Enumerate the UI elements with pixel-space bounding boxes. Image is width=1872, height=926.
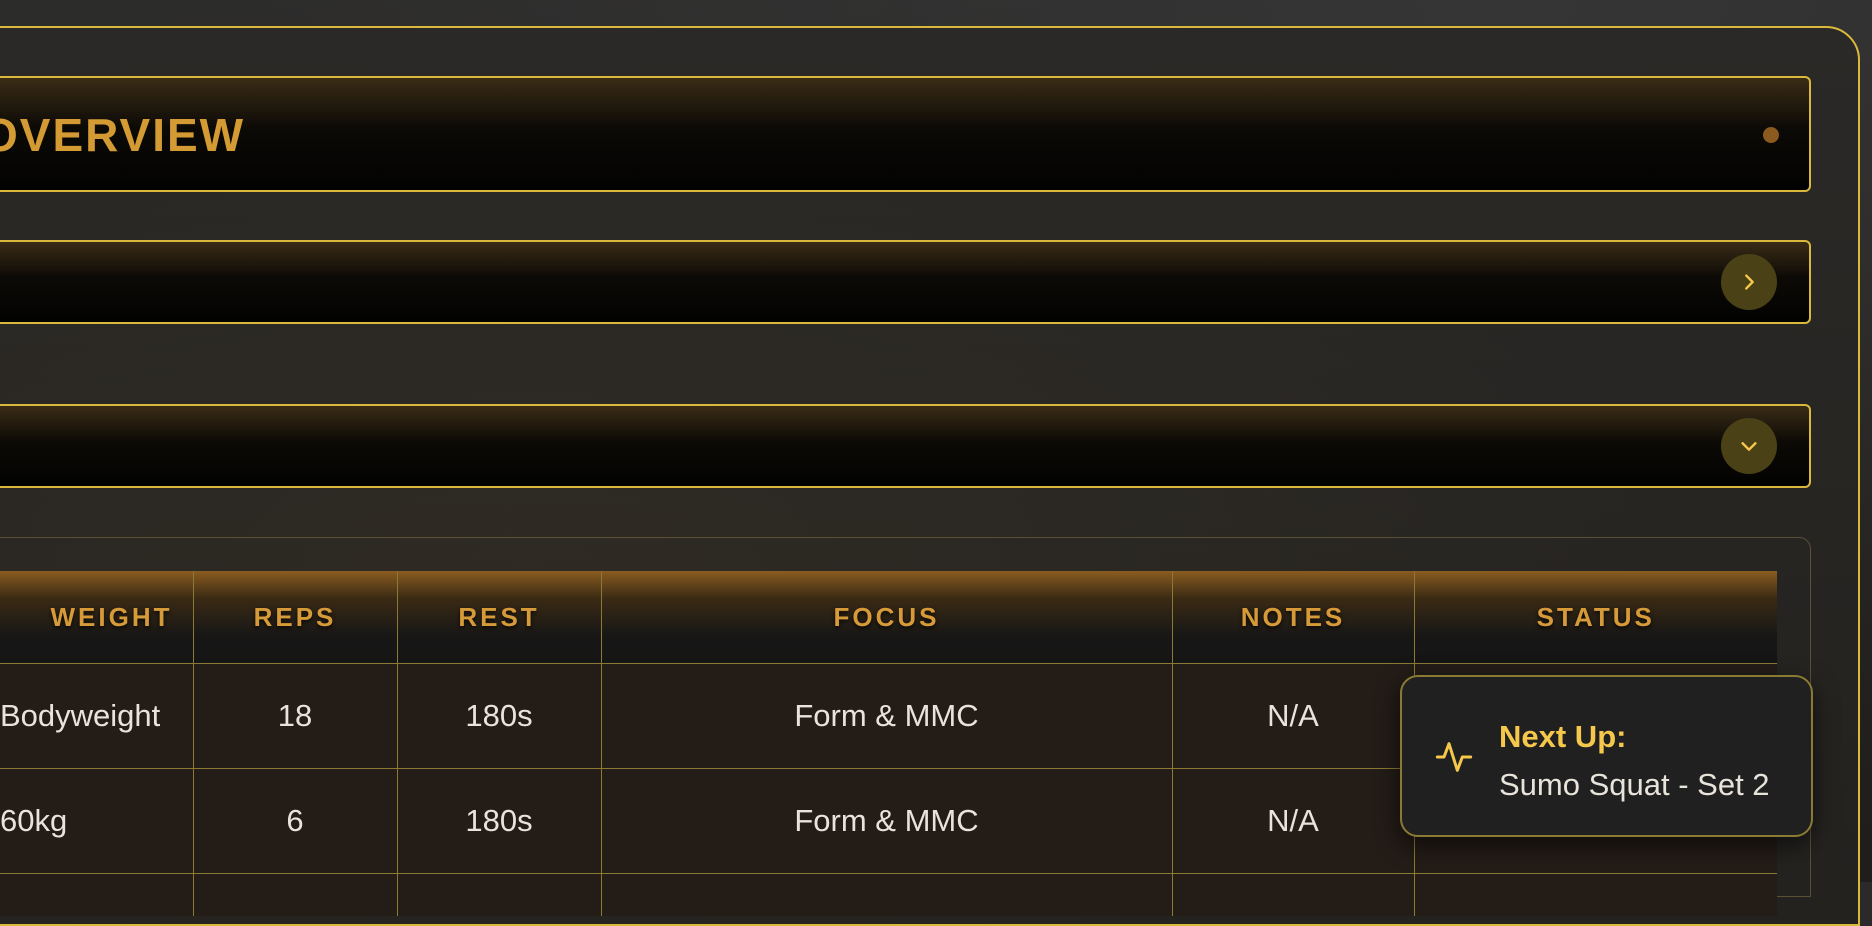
cell-weight: Bodyweight: [0, 663, 193, 769]
table-row: [0, 873, 1777, 916]
cell-status: [1413, 873, 1777, 916]
next-up-toast[interactable]: Next Up: Sumo Squat - Set 2: [1400, 675, 1813, 837]
cell-focus: Form & MMC: [600, 663, 1172, 769]
cell-focus: Form & MMC: [600, 768, 1172, 874]
toast-message: Sumo Squat - Set 2: [1499, 767, 1770, 802]
cell-notes: N/A: [1171, 663, 1414, 769]
collapsible-section-2[interactable]: [0, 404, 1811, 488]
column-header-notes[interactable]: NOTES: [1171, 571, 1414, 664]
cell-notes: [1171, 873, 1414, 916]
overview-header-bar: [0, 76, 1811, 192]
toast-title: Next Up:: [1499, 719, 1627, 754]
cell-notes: N/A: [1171, 768, 1414, 874]
table-header-row: WEIGHT REPS REST FOCUS NOTES STATUS: [0, 571, 1777, 664]
chevron-right-icon: [1745, 274, 1754, 290]
activity-icon: [1435, 742, 1473, 772]
cell-weight: [0, 873, 193, 916]
chevron-down-icon: [1741, 442, 1757, 451]
expand-section-button[interactable]: [1721, 254, 1777, 310]
collapsible-section-1[interactable]: [0, 240, 1811, 324]
page-title: OVERVIEW: [0, 109, 246, 161]
cell-rest: 180s: [396, 768, 601, 874]
column-header-reps[interactable]: REPS: [192, 571, 397, 664]
cell-weight: 60kg: [0, 768, 193, 874]
cell-reps: [192, 873, 397, 916]
status-dot-icon: [1763, 127, 1779, 143]
column-header-rest[interactable]: REST: [396, 571, 601, 664]
column-header-status[interactable]: STATUS: [1413, 571, 1777, 664]
column-header-focus[interactable]: FOCUS: [600, 571, 1172, 664]
collapse-section-button[interactable]: [1721, 418, 1777, 474]
cell-reps: 6: [192, 768, 397, 874]
cell-reps: 18: [192, 663, 397, 769]
column-header-weight[interactable]: WEIGHT: [0, 571, 193, 664]
cell-rest: [396, 873, 601, 916]
cell-focus: [600, 873, 1172, 916]
cell-rest: 180s: [396, 663, 601, 769]
